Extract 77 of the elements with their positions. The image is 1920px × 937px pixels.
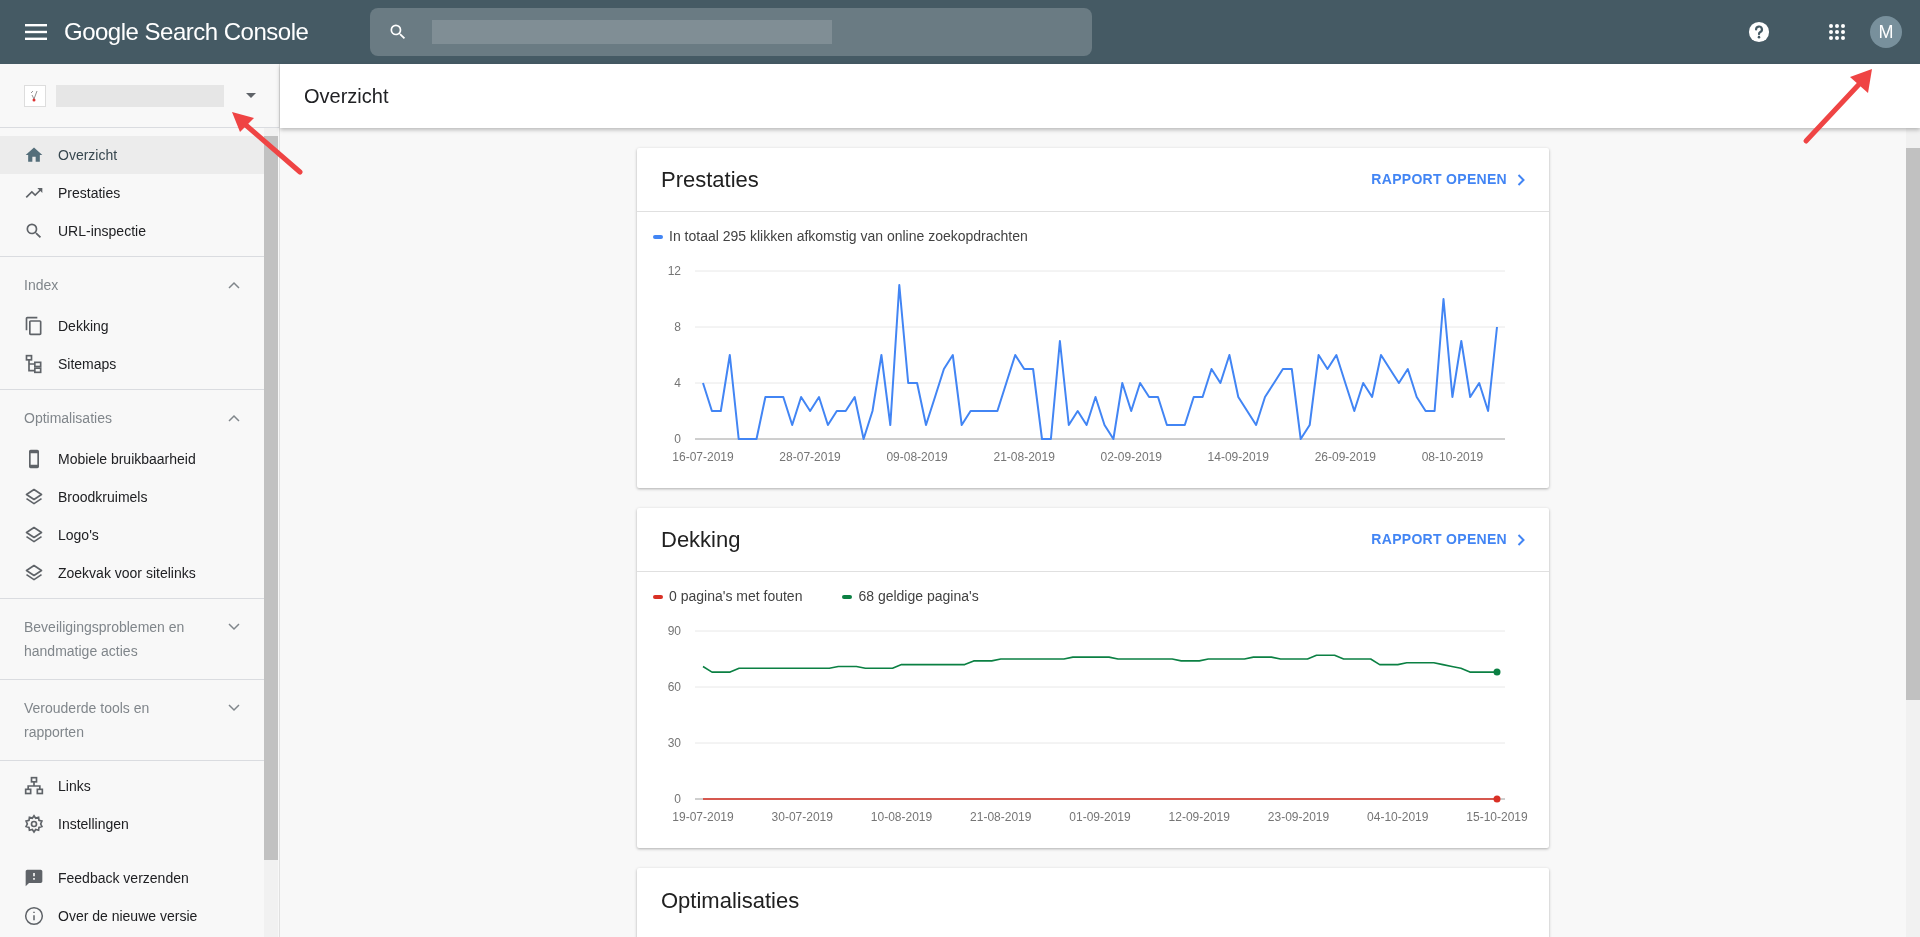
page-title: Overzicht: [304, 84, 389, 109]
chevron-right-icon: [1517, 173, 1525, 186]
section-header[interactable]: Index: [0, 263, 264, 307]
layers-icon: [24, 487, 44, 507]
x-tick-label: 01-09-2019: [1069, 810, 1131, 824]
apps-grid-icon[interactable]: [1828, 22, 1848, 42]
x-tick-label: 23-09-2019: [1267, 810, 1330, 824]
sitemap-icon: [24, 354, 44, 374]
sidebar-item[interactable]: Over de nieuwe versie: [0, 897, 264, 935]
site-favicon-icon: [24, 84, 46, 107]
sidebar-item[interactable]: Sitemaps: [0, 345, 264, 383]
x-tick-label: 16-07-2019: [672, 450, 734, 464]
chevron-right-icon: [1517, 533, 1525, 546]
sidebar-item[interactable]: Dekking: [0, 307, 264, 345]
sidebar-item[interactable]: Instellingen: [0, 805, 264, 843]
x-tick-label: 30-07-2019: [771, 810, 833, 824]
info-icon: [24, 906, 44, 926]
end-point-marker: [1493, 795, 1501, 803]
x-tick-label: 15-10-2019: [1466, 810, 1528, 824]
card-title: Prestaties: [661, 166, 759, 194]
open-report-button[interactable]: RAPPORT OPENEN: [1371, 529, 1525, 550]
y-tick-label: 4: [674, 376, 681, 390]
section-header[interactable]: Optimalisaties: [0, 396, 264, 440]
app-title: Google Search Console: [64, 17, 309, 47]
y-tick-label: 12: [667, 264, 681, 278]
y-tick-label: 30: [667, 736, 681, 750]
chevron-up-icon: [228, 281, 240, 289]
chevron-up-icon: [228, 414, 240, 422]
x-tick-label: 14-09-2019: [1207, 450, 1269, 464]
settings-icon: [24, 814, 44, 834]
home-icon: [24, 145, 44, 165]
hierarchy-icon: [24, 776, 44, 796]
card-title: Optimalisaties: [661, 886, 800, 915]
layers-icon: [24, 525, 44, 545]
x-tick-label: 21-08-2019: [970, 810, 1032, 824]
sidebar-item[interactable]: Zoekvak voor sitelinks: [0, 554, 264, 592]
scrollbar-thumb[interactable]: [1906, 148, 1920, 700]
y-tick-label: 0: [674, 432, 681, 446]
sidebar-item[interactable]: Logo's: [0, 516, 264, 554]
x-tick-label: 08-10-2019: [1421, 450, 1484, 464]
end-point-marker: [1493, 668, 1501, 676]
x-tick-label: 21-08-2019: [993, 450, 1055, 464]
sidebar-item[interactable]: Feedback verzenden: [0, 859, 264, 897]
dropdown-caret-icon: [246, 93, 256, 98]
x-tick-label: 19-07-2019: [672, 810, 734, 824]
x-tick-label: 04-10-2019: [1367, 810, 1429, 824]
sidebar-item[interactable]: Prestaties: [0, 174, 264, 212]
y-tick-label: 60: [667, 680, 681, 694]
x-tick-label: 02-09-2019: [1100, 450, 1162, 464]
x-tick-label: 26-09-2019: [1314, 450, 1377, 464]
x-tick-label: 10-08-2019: [870, 810, 933, 824]
sidebar-item[interactable]: Broodkruimels: [0, 478, 264, 516]
search-icon: [24, 221, 44, 241]
chevron-down-icon: [228, 623, 240, 631]
card-title: Dekking: [661, 526, 741, 554]
layers-icon: [24, 563, 44, 583]
x-tick-label: 12-09-2019: [1168, 810, 1230, 824]
open-report-button[interactable]: RAPPORT OPENEN: [1371, 169, 1525, 190]
y-tick-label: 8: [674, 320, 681, 334]
sidebar-item[interactable]: Overzicht: [0, 136, 264, 174]
y-tick-label: 0: [674, 792, 681, 806]
feedback-icon: [24, 868, 44, 888]
chevron-down-icon: [228, 704, 240, 712]
sidebar-item[interactable]: URL-inspectie: [0, 212, 264, 250]
legend-label: 0 pagina's met fouten: [669, 587, 803, 606]
section-header[interactable]: Verouderde tools en rapporten: [0, 686, 264, 754]
documents-icon: [24, 316, 44, 336]
scrollbar[interactable]: [1906, 128, 1920, 937]
y-tick-label: 90: [667, 624, 681, 638]
legend-label: 68 geldige pagina's: [858, 587, 979, 606]
search-field[interactable]: [370, 8, 1093, 56]
legend-label: In totaal 295 klikken afkomstig van online zoekopdrachten: [669, 227, 1028, 246]
x-tick-label: 09-08-2019: [886, 450, 948, 464]
sidebar-item[interactable]: Links: [0, 767, 264, 805]
x-tick-label: 28-07-2019: [779, 450, 841, 464]
sidebar-item[interactable]: Mobiele bruikbaarheid: [0, 440, 264, 478]
section-header[interactable]: Beveiligingsproblemen en handmatige acties: [0, 605, 264, 673]
